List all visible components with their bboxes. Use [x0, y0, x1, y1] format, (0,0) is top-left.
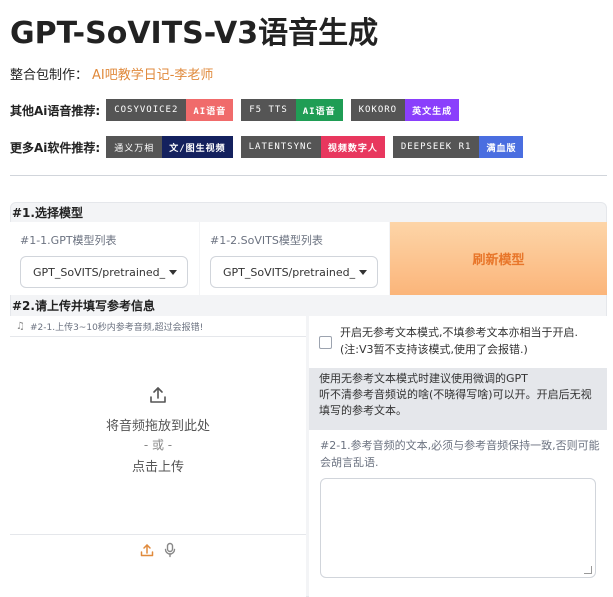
upload-icon[interactable]: [139, 542, 155, 558]
no-ref-text-label: 开启无参考文本模式,不填参考文本亦相当于开启.(注:V3暂不支持该模式,使用了会…: [340, 326, 578, 356]
ref-text-input[interactable]: [320, 478, 596, 578]
resize-handle-icon[interactable]: [584, 566, 592, 574]
or-text: - 或 -: [143, 438, 173, 452]
upload-bottom-divider: [10, 534, 306, 535]
music-note-icon: ♫: [16, 321, 25, 332]
upload-hint: ♫ #2-1.上传3~10秒内参考音频,超过会报错!: [16, 320, 203, 333]
info-text: 使用无参考文本模式时建议使用微调的GPT 听不清参考音频说的啥(不晓得写啥)可以…: [319, 372, 592, 417]
author-row: 整合包制作： AI吧教学日记-李老师: [10, 64, 213, 83]
badge-left: DEEPSEEK R1: [392, 136, 480, 158]
upload-hint-divider: [10, 336, 306, 337]
header-divider: [10, 175, 607, 176]
sovits-model-cell: #1-2.SoVITS模型列表 GPT_SoVITS/pretrained_: [200, 222, 389, 295]
badge-tongyi[interactable]: 通义万相 文/图生视频: [106, 136, 233, 158]
microphone-icon[interactable]: [162, 542, 178, 558]
badge-left: LATENTSYNC: [240, 136, 321, 158]
gpt-model-label: #1-1.GPT模型列表: [20, 234, 117, 247]
badge-latentsync[interactable]: LATENTSYNC 视频数字人: [240, 136, 385, 158]
badge-left: KOKORO: [350, 99, 406, 121]
software-badges-label: 更多Ai软件推荐:: [10, 140, 101, 155]
voice-badges-row: 其他Ai语音推荐: COSYVOICE2 AI语音 F5 TTS AI语音 KO…: [10, 99, 467, 121]
voice-badges-label: 其他Ai语音推荐:: [10, 103, 101, 118]
author-label: 整合包制作：: [10, 68, 89, 83]
badge-right: 英文生成: [405, 99, 460, 121]
badge-right: 文/图生视频: [162, 136, 233, 158]
badge-right: AI语音: [295, 99, 343, 121]
no-ref-text-checkbox[interactable]: [319, 336, 332, 349]
badge-left: F5 TTS: [241, 99, 296, 121]
gpt-model-cell: #1-1.GPT模型列表 GPT_SoVITS/pretrained_: [10, 222, 199, 295]
sovits-model-dropdown[interactable]: GPT_SoVITS/pretrained_: [210, 256, 378, 288]
badge-left: 通义万相: [106, 136, 163, 158]
click-upload-text: 点击上传: [131, 460, 184, 475]
badge-right: 满血版: [479, 136, 524, 158]
author-value: AI吧教学日记-李老师: [92, 68, 214, 83]
no-ref-text-info: 使用无参考文本模式时建议使用微调的GPT 听不清参考音频说的啥(不晓得写啥)可以…: [309, 368, 607, 430]
sovits-model-value: GPT_SoVITS/pretrained_: [223, 265, 356, 279]
upload-icon: [150, 387, 166, 403]
chevron-down-icon: [169, 270, 177, 275]
refresh-models-button[interactable]: 刷新模型: [390, 222, 607, 295]
section1-label: #1.选择模型: [12, 206, 83, 220]
badge-right: AI语音: [186, 99, 234, 121]
page-title: GPT-SoVITS-V3语音生成: [10, 16, 379, 51]
badge-deepseek[interactable]: DEEPSEEK R1 满血版: [392, 136, 524, 158]
upload-hint-text: #2-1.上传3~10秒内参考音频,超过会报错!: [29, 323, 204, 333]
chevron-down-icon: [359, 270, 367, 275]
gpt-model-dropdown[interactable]: GPT_SoVITS/pretrained_: [20, 256, 188, 288]
sovits-model-label: #1-2.SoVITS模型列表: [210, 234, 323, 247]
badge-f5tts[interactable]: F5 TTS AI语音: [241, 99, 343, 121]
badge-cosyvoice2[interactable]: COSYVOICE2 AI语音: [106, 99, 234, 121]
badge-left: COSYVOICE2: [106, 99, 187, 121]
drop-text: 将音频拖放到此处: [105, 419, 210, 434]
badge-right: 视频数字人: [320, 136, 385, 158]
audio-upload-area[interactable]: ♫ #2-1.上传3~10秒内参考音频,超过会报错! 将音频拖放到此处 - 或 …: [10, 316, 306, 597]
ref-text-label: #2-1.参考音频的文本,必须与参考音频保持一致,否则可能会胡言乱语.: [320, 439, 600, 469]
gpt-model-value: GPT_SoVITS/pretrained_: [33, 265, 166, 279]
no-ref-text-toggle[interactable]: 开启无参考文本模式,不填参考文本亦相当于开启.(注:V3暂不支持该模式,使用了会…: [319, 324, 604, 358]
software-badges-row: 更多Ai软件推荐: 通义万相 文/图生视频 LATENTSYNC 视频数字人 D…: [10, 136, 531, 158]
section2-label: #2.请上传并填写参考信息: [12, 299, 155, 313]
badge-kokoro[interactable]: KOKORO 英文生成: [350, 99, 460, 121]
